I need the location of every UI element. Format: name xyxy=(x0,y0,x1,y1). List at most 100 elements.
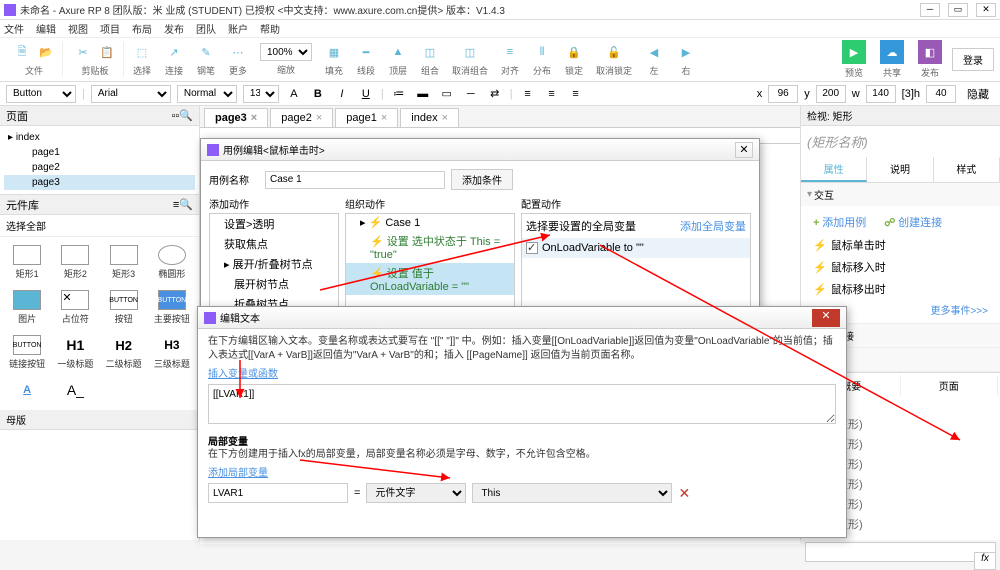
align-icon[interactable]: ≡ xyxy=(500,42,520,62)
event-mouseout[interactable]: ⚡鼠标移出时 xyxy=(809,278,992,300)
align-top-icon[interactable]: ≡ xyxy=(567,85,585,103)
lib-item[interactable]: H2二级标题 xyxy=(101,331,147,374)
maximize-button[interactable]: ▭ xyxy=(948,3,968,17)
tab-style[interactable]: 样式 xyxy=(934,157,1000,182)
delete-var-icon[interactable]: ✕ xyxy=(678,485,690,502)
add-case-link[interactable]: + 添加用例 xyxy=(809,212,870,232)
zoom-select[interactable]: 100% xyxy=(260,43,312,61)
dialog2-close-button[interactable]: ✕ xyxy=(812,309,840,327)
action-node[interactable]: 获取焦点 xyxy=(210,234,338,254)
tree-root[interactable]: index xyxy=(4,130,195,145)
lib-item[interactable]: H3三级标题 xyxy=(149,331,195,374)
actions-tree[interactable]: 设置>透明 获取焦点 ▸ 展开/折叠树节点 展开树节点 折叠树节点 ▸ 全局变量… xyxy=(209,213,339,313)
menu-project[interactable]: 项目 xyxy=(100,21,120,36)
case-node[interactable]: ▸ ⚡ Case 1 xyxy=(346,214,514,231)
font-select[interactable]: Arial xyxy=(91,85,171,103)
ungroup-icon[interactable]: ◫ xyxy=(460,42,480,62)
menu-account[interactable]: 账户 xyxy=(228,21,248,36)
size-select[interactable]: 13 xyxy=(243,85,279,103)
lib-item[interactable]: 椭圆形 xyxy=(149,241,195,284)
lib-item[interactable]: ✕占位符 xyxy=(52,286,98,329)
tab-index[interactable]: index× xyxy=(400,108,459,127)
action-node[interactable]: 设置>透明 xyxy=(210,214,338,234)
w-input[interactable] xyxy=(866,85,896,103)
cut-icon[interactable]: ✂ xyxy=(73,42,93,62)
left-icon[interactable]: ◀ xyxy=(644,42,664,62)
menu-help[interactable]: 帮助 xyxy=(260,21,280,36)
line-style-icon[interactable]: ─ xyxy=(462,85,480,103)
action-item-selected[interactable]: ⚡ 设置 值于 OnLoadVariable = "" xyxy=(346,263,514,295)
interaction-header[interactable]: 交互 xyxy=(801,183,1000,206)
select-all[interactable]: 选择全部 xyxy=(0,215,199,237)
line-icon[interactable]: ━ xyxy=(356,42,376,62)
event-click[interactable]: ⚡鼠标单击时 xyxy=(809,234,992,256)
variable-checkbox[interactable] xyxy=(526,242,538,254)
master-header[interactable]: 母版 xyxy=(0,410,199,430)
case-name-input[interactable] xyxy=(265,171,445,189)
lock-icon[interactable]: 🔒 xyxy=(564,42,584,62)
bold-icon[interactable]: B xyxy=(309,85,327,103)
preview-button[interactable]: ▶ xyxy=(842,40,866,64)
shape-type-select[interactable]: Button xyxy=(6,85,76,103)
file-open-icon[interactable]: 📂 xyxy=(36,42,56,62)
menu-layout[interactable]: 布局 xyxy=(132,21,152,36)
tab-properties[interactable]: 属性 xyxy=(801,157,867,182)
lib-item[interactable]: A_ xyxy=(52,376,98,406)
search-icon[interactable]: 🔍 xyxy=(179,109,193,122)
add-local-var-link[interactable]: 添加局部变量 xyxy=(208,468,268,479)
fill-icon[interactable]: ▦ xyxy=(324,42,344,62)
border-icon[interactable]: ▭ xyxy=(438,85,456,103)
menu-publish[interactable]: 发布 xyxy=(164,21,184,36)
action-item[interactable]: ⚡ 设置 选中状态于 This = "true" xyxy=(346,231,514,263)
tree-item[interactable]: page2 xyxy=(4,160,195,175)
arrow-icon[interactable]: ⇄ xyxy=(486,85,504,103)
underline-icon[interactable]: U xyxy=(357,85,375,103)
action-node[interactable]: ▸ 展开/折叠树节点 xyxy=(210,254,338,274)
tab-page3[interactable]: page3× xyxy=(204,108,268,127)
distribute-icon[interactable]: ⫴ xyxy=(532,42,552,62)
unlock-icon[interactable]: 🔓 xyxy=(604,42,624,62)
event-mousein[interactable]: ⚡鼠标移入时 xyxy=(809,256,992,278)
weight-select[interactable]: Normal xyxy=(177,85,237,103)
menu-view[interactable]: 视图 xyxy=(68,21,88,36)
tree-item[interactable]: page1 xyxy=(4,145,195,160)
hide-toggle[interactable]: 隐藏 xyxy=(962,85,994,103)
bullet-icon[interactable]: ≔ xyxy=(390,85,408,103)
minimize-button[interactable]: ─ xyxy=(920,3,940,17)
publish-button[interactable]: ◧ xyxy=(918,40,942,64)
dialog-close-button[interactable]: ✕ xyxy=(735,142,753,158)
y-input[interactable] xyxy=(816,85,846,103)
action-node[interactable]: 展开树节点 xyxy=(210,274,338,294)
align-center-icon[interactable]: ≡ xyxy=(543,85,561,103)
select-icon[interactable]: ⬚ xyxy=(132,42,152,62)
add-global-link[interactable]: 添加全局变量 xyxy=(680,218,746,234)
organize-tree[interactable]: ▸ ⚡ Case 1 ⚡ 设置 选中状态于 This = "true" ⚡ 设置… xyxy=(345,213,515,313)
menu-edit[interactable]: 编辑 xyxy=(36,21,56,36)
page-tab[interactable]: 页面 xyxy=(901,375,999,396)
insert-variable-link[interactable]: 插入变量或函数 xyxy=(208,369,278,380)
close-icon[interactable]: × xyxy=(381,112,387,124)
lib-item[interactable]: 矩形3 xyxy=(101,241,147,284)
lib-item[interactable]: A xyxy=(4,376,50,406)
fill-color-icon[interactable]: ▬ xyxy=(414,85,432,103)
variable-option[interactable]: OnLoadVariable to "" xyxy=(542,242,644,254)
add-condition-button[interactable]: 添加条件 xyxy=(451,169,513,190)
right-icon[interactable]: ▶ xyxy=(676,42,696,62)
connect-icon[interactable]: ↗ xyxy=(164,42,184,62)
close-icon[interactable]: × xyxy=(316,112,322,124)
pen-icon[interactable]: ✎ xyxy=(196,42,216,62)
close-icon[interactable]: × xyxy=(442,112,448,124)
tab-page1[interactable]: page1× xyxy=(335,108,398,127)
local-var-type-select[interactable]: 元件文字 xyxy=(366,483,466,503)
align-left-icon[interactable]: ≡ xyxy=(519,85,537,103)
fx-button[interactable]: fx xyxy=(974,552,996,570)
italic-icon[interactable]: I xyxy=(333,85,351,103)
lib-item[interactable]: BUTTON链接按钮 xyxy=(4,331,50,374)
tree-item[interactable]: page3 xyxy=(4,175,195,190)
h-input[interactable] xyxy=(926,85,956,103)
tab-notes[interactable]: 说明 xyxy=(867,157,933,182)
menu-file[interactable]: 文件 xyxy=(4,21,24,36)
login-button[interactable]: 登录 xyxy=(952,48,994,71)
more-icon[interactable]: ⋯ xyxy=(228,42,248,62)
local-var-target-select[interactable]: This xyxy=(472,483,672,503)
